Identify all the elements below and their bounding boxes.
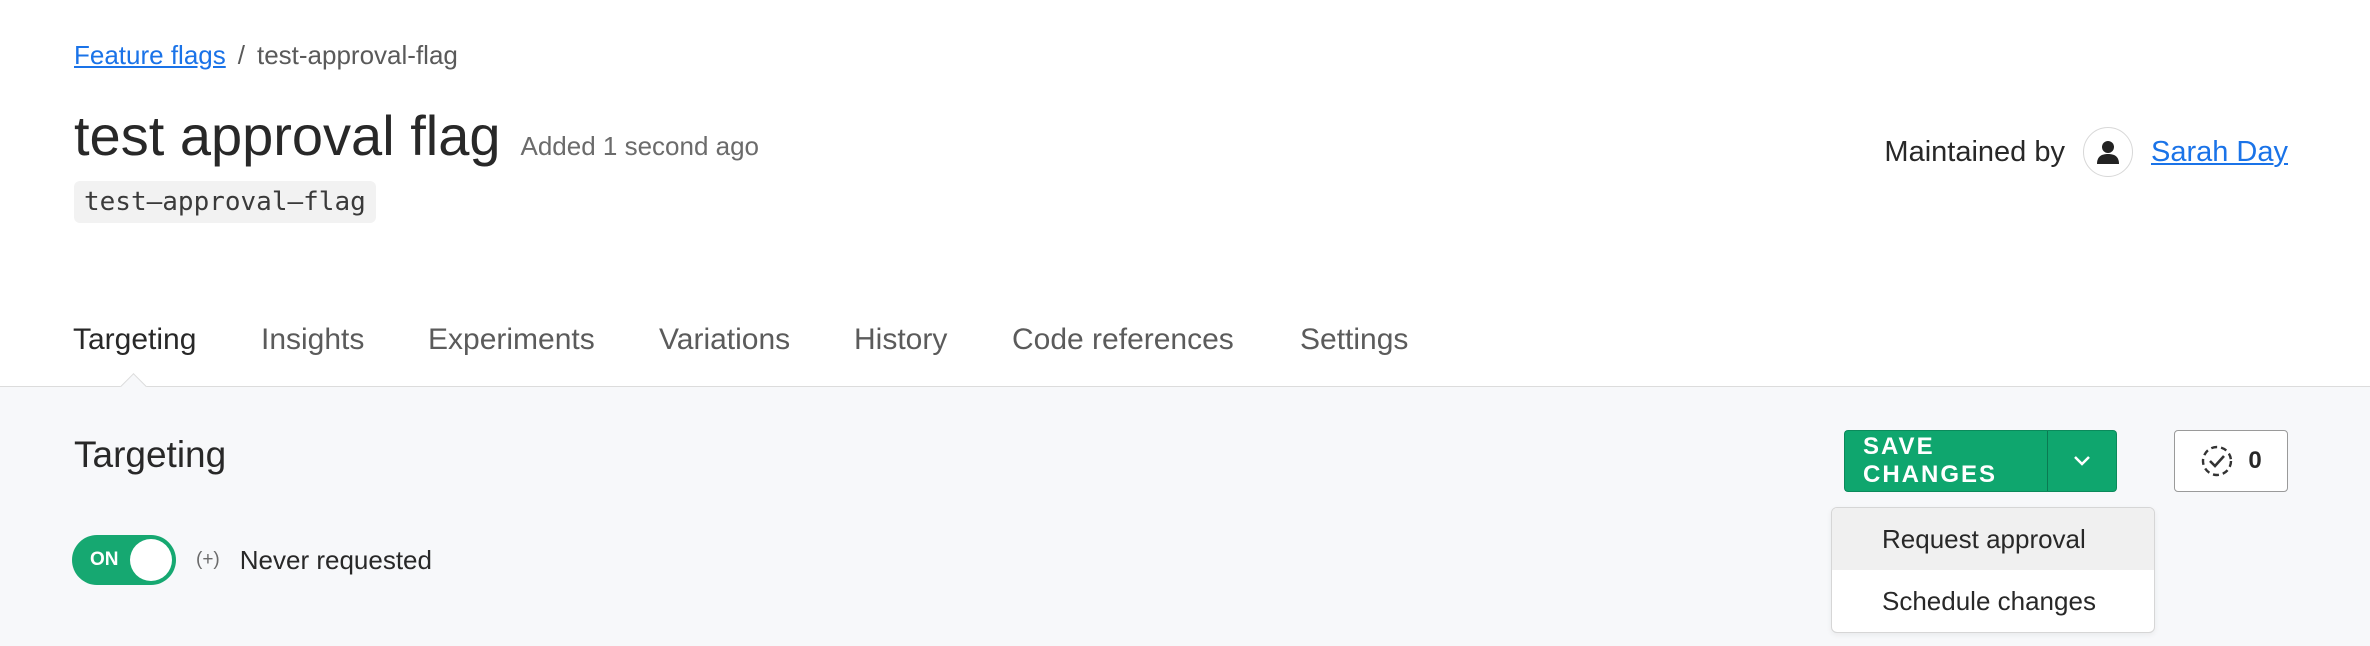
- tab-history[interactable]: History: [854, 323, 947, 357]
- targeting-toggle[interactable]: ON: [72, 535, 176, 585]
- tab-experiments[interactable]: Experiments: [428, 323, 595, 357]
- maintainer-link[interactable]: Sarah Day: [2151, 136, 2288, 169]
- breadcrumb-feature-flags-link[interactable]: Feature flags: [74, 40, 226, 71]
- menu-item-schedule-changes[interactable]: Schedule changes: [1832, 570, 2154, 632]
- plus-indicator: (+): [196, 549, 220, 570]
- avatar: [2082, 127, 2133, 177]
- tab-targeting[interactable]: Targeting: [73, 323, 196, 357]
- person-icon: [2096, 141, 2119, 164]
- pending-changes-button[interactable]: 0: [2174, 430, 2288, 492]
- menu-item-request-approval[interactable]: Request approval: [1832, 508, 2154, 570]
- maintainer: Maintained by Sarah Day: [1884, 127, 2288, 177]
- toggle-knob: [130, 539, 172, 581]
- breadcrumb-current: test-approval-flag: [256, 40, 458, 70]
- tab-settings[interactable]: Settings: [1300, 323, 1408, 357]
- approval-status-text: Never requested: [239, 544, 432, 575]
- save-button-group: SAVE CHANGES: [1844, 430, 2117, 492]
- pending-count: 0: [2248, 447, 2262, 474]
- flag-key: test–approval–flag: [74, 181, 376, 223]
- tab-bar: Targeting Insights Experiments Variation…: [0, 313, 2370, 400]
- tab-code-references[interactable]: Code references: [1012, 323, 1234, 357]
- tab-variations[interactable]: Variations: [659, 323, 790, 357]
- breadcrumb: Feature flags / test-approval-flag: [74, 40, 458, 71]
- page-title: test approval flag: [74, 104, 501, 167]
- save-changes-button[interactable]: SAVE CHANGES: [1844, 430, 2047, 492]
- breadcrumb-separator: /: [237, 40, 245, 70]
- tab-insights[interactable]: Insights: [261, 323, 364, 357]
- toggle-state-label: ON: [90, 549, 119, 570]
- flag-page: Feature flags / test-approval-flag test …: [0, 0, 2370, 646]
- title-row: test approval flag Added 1 second ago: [74, 103, 759, 168]
- section-title: Targeting: [74, 434, 227, 475]
- added-timestamp: Added 1 second ago: [520, 131, 760, 161]
- save-options-dropdown: Request approval Schedule changes: [1831, 507, 2155, 633]
- chevron-down-icon: [2074, 456, 2090, 466]
- targeting-panel: Targeting ON (+) Never requested SAVE CH…: [0, 387, 2370, 646]
- maintainer-label: Maintained by: [1884, 135, 2065, 168]
- pending-approval-icon: [2202, 445, 2233, 477]
- save-options-button[interactable]: [2047, 430, 2117, 492]
- targeting-toggle-row: ON (+) Never requested: [72, 535, 432, 585]
